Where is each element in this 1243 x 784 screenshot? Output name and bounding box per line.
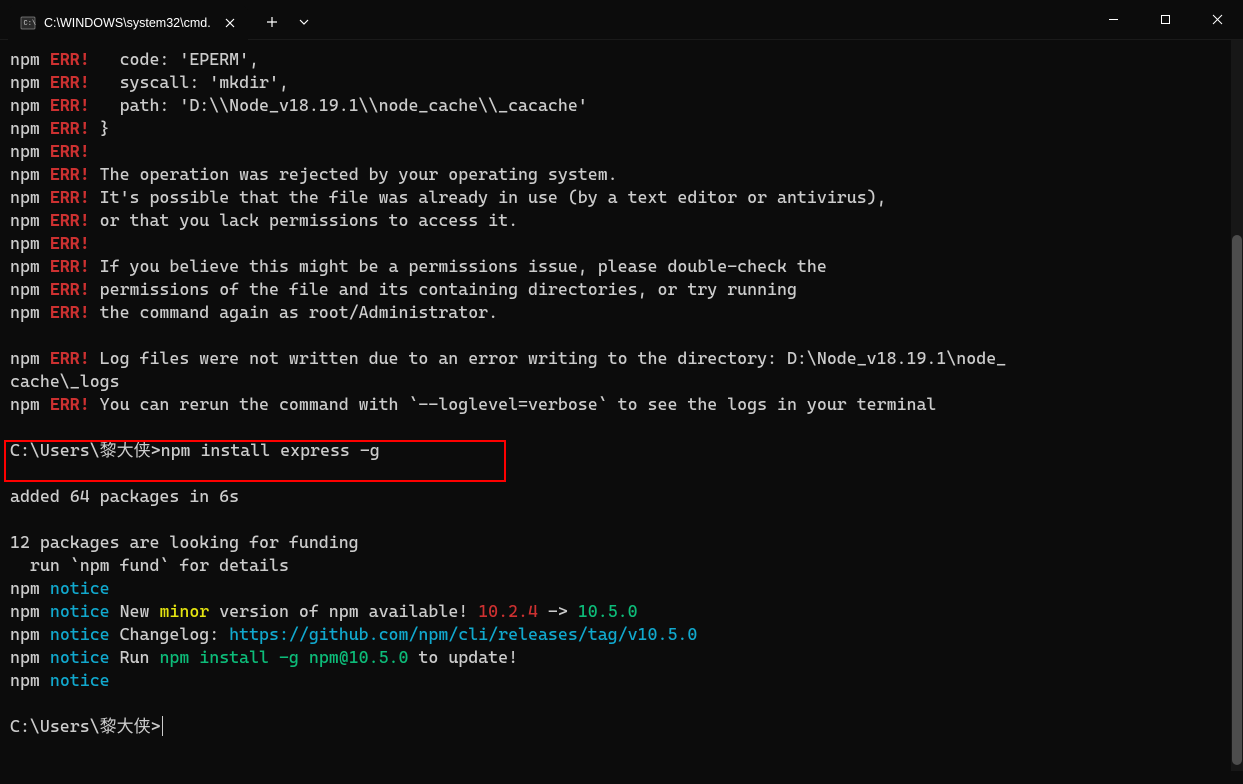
npm-error-block: npm ERR! code: 'EPERM',npm ERR! syscall:…: [10, 48, 1233, 324]
svg-text:C:\: C:\: [24, 20, 37, 28]
output-line: added 64 packages in 6s: [10, 485, 1233, 508]
cursor: [162, 716, 163, 736]
window-controls: [1087, 0, 1243, 40]
maximize-button[interactable]: [1139, 0, 1191, 40]
npm-label: npm: [10, 670, 40, 690]
notice-arrow: ->: [538, 601, 578, 621]
new-tab-button[interactable]: [256, 6, 288, 38]
command: npm install express -g: [161, 440, 380, 460]
notice-text: version of npm available!: [209, 601, 478, 621]
titlebar: C:\ C:\WINDOWS\system32\cmd.: [0, 0, 1243, 40]
prompt: C:\Users\黎大侠>: [10, 716, 161, 736]
minimize-button[interactable]: [1087, 0, 1139, 40]
tab-dropdown-button[interactable]: [288, 6, 320, 38]
scrollbar-thumb[interactable]: [1232, 235, 1242, 765]
notice-text: New: [110, 601, 160, 621]
notice-text: Changelog:: [110, 624, 230, 644]
version-old: 10.2.4: [478, 601, 538, 621]
notice-label: notice: [50, 647, 110, 667]
notice-label: notice: [50, 670, 110, 690]
notice-minor: minor: [159, 601, 209, 621]
npm-label: npm: [10, 578, 40, 598]
notice-label: notice: [50, 578, 110, 598]
notice-text: Run: [110, 647, 160, 667]
scrollbar[interactable]: [1231, 40, 1243, 771]
npm-label: npm: [10, 647, 40, 667]
terminal-output[interactable]: npm ERR! code: 'EPERM',npm ERR! syscall:…: [0, 40, 1243, 771]
npm-label: npm: [10, 348, 40, 368]
err-label: ERR!: [50, 394, 90, 414]
notice-label: notice: [50, 624, 110, 644]
notice-label: notice: [50, 601, 110, 621]
output-line: 12 packages are looking for funding: [10, 531, 1233, 554]
npm-label: npm: [10, 601, 40, 621]
err-text: You can rerun the command with `--loglev…: [90, 394, 937, 414]
err-text: Log files were not written due to an err…: [90, 348, 1006, 368]
cmd-icon: C:\: [20, 15, 36, 31]
tab-active[interactable]: C:\ C:\WINDOWS\system32\cmd.: [8, 6, 248, 40]
close-button[interactable]: [1191, 0, 1243, 40]
tab-title: C:\WINDOWS\system32\cmd.: [44, 16, 212, 30]
err-text: cache\_logs: [10, 370, 1233, 393]
run-command: npm install -g npm@10.5.0: [159, 647, 408, 667]
prompt: C:\Users\黎大侠>: [10, 440, 161, 460]
npm-label: npm: [10, 624, 40, 644]
changelog-link[interactable]: https://github.com/npm/cli/releases/tag/…: [229, 624, 697, 644]
err-label: ERR!: [50, 348, 90, 368]
npm-label: npm: [10, 394, 40, 414]
output-line: run `npm fund` for details: [10, 554, 1233, 577]
version-new: 10.5.0: [578, 601, 638, 621]
notice-text: to update!: [408, 647, 518, 667]
tab-close-button[interactable]: [220, 13, 240, 33]
